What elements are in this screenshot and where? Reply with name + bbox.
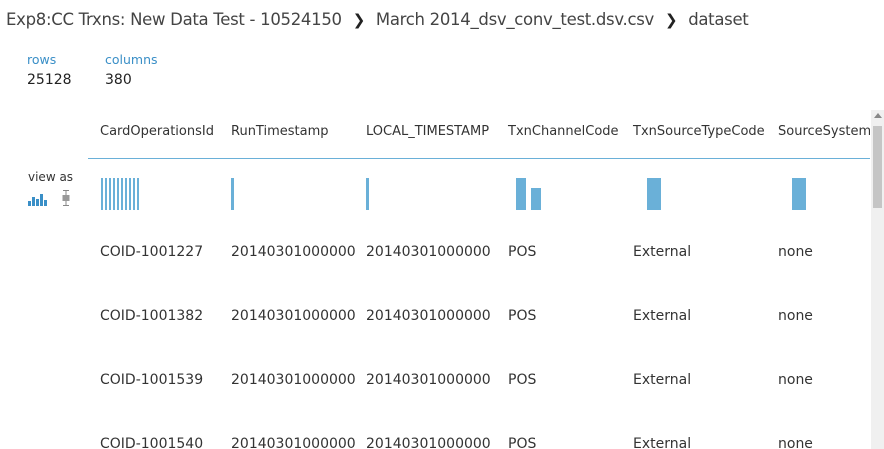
- column-header[interactable]: TxnSourceTypeCode: [633, 124, 765, 139]
- table-cell[interactable]: 20140301000000: [231, 244, 356, 260]
- table-cell[interactable]: External: [633, 244, 691, 260]
- table-cell[interactable]: 20140301000000: [366, 436, 491, 449]
- vertical-scrollbar[interactable]: [871, 110, 884, 449]
- scroll-up-icon[interactable]: [874, 113, 882, 118]
- column-histogram[interactable]: [791, 178, 807, 210]
- data-table: CardOperationsId RunTimestamp LOCAL_TIME…: [0, 0, 870, 449]
- table-cell[interactable]: POS: [508, 244, 536, 260]
- table-cell[interactable]: 20140301000000: [231, 308, 356, 324]
- column-header[interactable]: CardOperationsId: [100, 124, 214, 139]
- table-cell[interactable]: COID-1001227: [100, 244, 203, 260]
- table-cell[interactable]: 20140301000000: [366, 372, 491, 388]
- header-divider: [88, 158, 870, 159]
- table-cell[interactable]: none: [778, 244, 813, 260]
- column-histogram[interactable]: [646, 178, 662, 210]
- table-cell[interactable]: External: [633, 372, 691, 388]
- column-header[interactable]: RunTimestamp: [231, 124, 329, 139]
- table-cell[interactable]: POS: [508, 308, 536, 324]
- column-histogram[interactable]: [516, 178, 544, 210]
- table-cell[interactable]: POS: [508, 372, 536, 388]
- column-histogram[interactable]: [365, 178, 371, 210]
- table-cell[interactable]: none: [778, 372, 813, 388]
- table-cell[interactable]: 20140301000000: [231, 372, 356, 388]
- scrollbar-thumb[interactable]: [873, 126, 882, 208]
- table-cell[interactable]: COID-1001382: [100, 308, 203, 324]
- table-cell[interactable]: 20140301000000: [231, 436, 356, 449]
- table-cell[interactable]: External: [633, 436, 691, 449]
- table-cell[interactable]: none: [778, 308, 813, 324]
- table-cell[interactable]: 20140301000000: [366, 308, 491, 324]
- column-header[interactable]: LOCAL_TIMESTAMP: [366, 124, 489, 139]
- column-histogram[interactable]: [100, 178, 142, 210]
- table-cell[interactable]: COID-1001539: [100, 372, 203, 388]
- table-cell[interactable]: POS: [508, 436, 536, 449]
- column-header[interactable]: SourceSystemC: [778, 124, 870, 139]
- table-cell[interactable]: External: [633, 308, 691, 324]
- column-header[interactable]: TxnChannelCode: [508, 124, 619, 139]
- table-cell[interactable]: none: [778, 436, 813, 449]
- table-cell[interactable]: COID-1001540: [100, 436, 203, 449]
- column-histogram[interactable]: [230, 178, 236, 210]
- table-cell[interactable]: 20140301000000: [366, 244, 491, 260]
